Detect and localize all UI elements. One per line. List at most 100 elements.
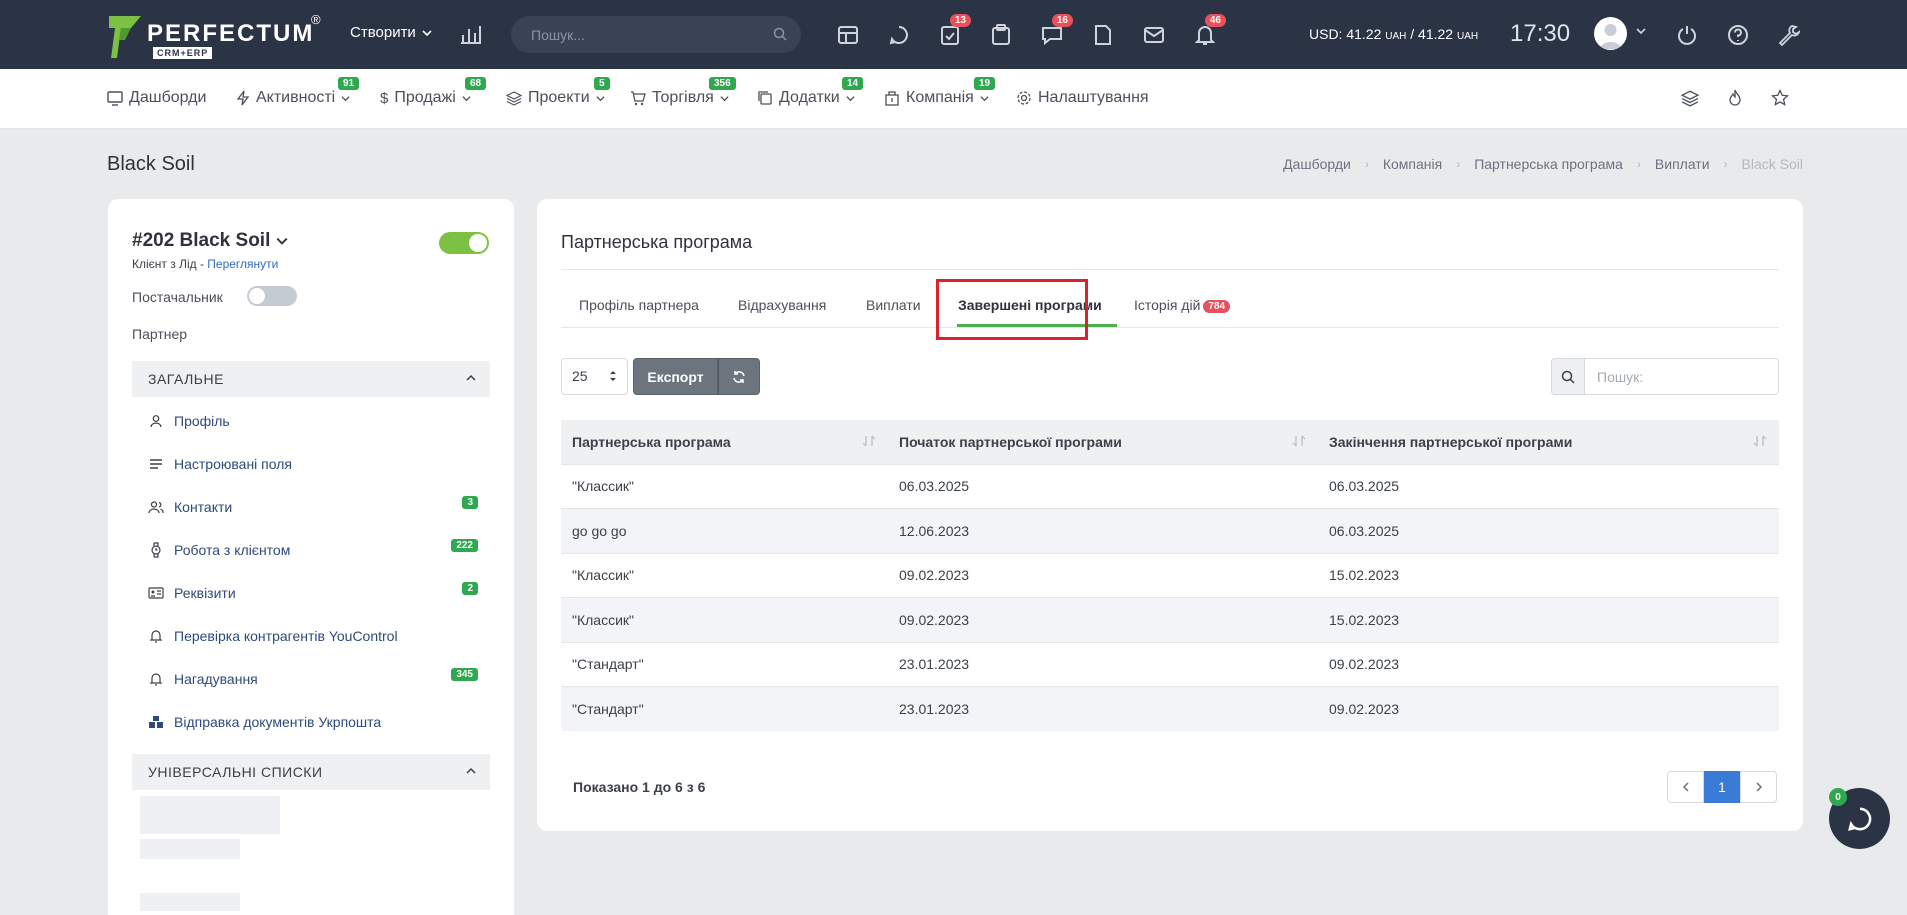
sidebar-item-ukrposhta[interactable]: Відправка документів Укрпошта: [148, 714, 478, 730]
client-active-toggle[interactable]: [439, 232, 489, 254]
breadcrumb-separator-icon: ›: [1456, 157, 1461, 171]
bell-icon: [148, 629, 164, 643]
watch-icon: [148, 542, 164, 558]
table-row[interactable]: "Стандарт" 23.01.2023 09.02.2023: [561, 641, 1779, 687]
divider: [561, 269, 1779, 270]
highlight-box: [936, 279, 1088, 340]
sidebar-item-badge: 2: [462, 582, 478, 595]
brand-logo[interactable]: PERFECTUM ® CRM+ERP: [107, 12, 327, 60]
breadcrumb-item[interactable]: Компанія: [1383, 156, 1442, 172]
sidebar-item-label: Настроювані поля: [174, 456, 292, 472]
cell-program: "Стандарт": [561, 641, 888, 687]
nav-activities[interactable]: Активності 91: [236, 77, 360, 107]
section-lists-header[interactable]: УНІВЕРСАЛЬНІ СПИСКИ: [132, 754, 490, 790]
breadcrumb-item[interactable]: Партнерська програма: [1474, 156, 1623, 172]
tab-partner-profile[interactable]: Профіль партнера: [579, 297, 699, 313]
supplier-toggle[interactable]: [247, 286, 297, 306]
breadcrumb-item[interactable]: Дашборди: [1283, 156, 1351, 172]
nav-addons[interactable]: Додатки 14: [757, 77, 864, 107]
cell-program: "Стандарт": [561, 686, 888, 731]
sidebar-item-profile[interactable]: Профіль: [148, 413, 478, 429]
pagination-next[interactable]: [1740, 771, 1777, 803]
sidebar-item-requisites[interactable]: Реквізити 2: [148, 582, 478, 601]
column-header-start[interactable]: Початок партнерської програми: [888, 420, 1318, 464]
cell-end: 15.02.2023: [1318, 597, 1779, 642]
wrench-icon[interactable]: [1776, 22, 1802, 48]
page-size-value: 25: [572, 368, 588, 384]
task-check-icon[interactable]: 13: [937, 14, 971, 48]
column-header-end[interactable]: Закінчення партнерської програми: [1318, 420, 1779, 464]
sidebar-item-label: Профіль: [174, 413, 230, 429]
nav-dashboards[interactable]: Дашборди: [107, 89, 206, 107]
tab-deductions[interactable]: Відрахування: [738, 297, 826, 313]
global-search-input[interactable]: [511, 16, 801, 53]
sidebar-item-custom-fields[interactable]: Настроювані поля: [148, 456, 478, 472]
star-icon[interactable]: [1771, 89, 1789, 107]
sidebar-item-reminders[interactable]: Нагадування 345: [148, 668, 478, 687]
tab-action-history[interactable]: Історія дій 784: [1134, 297, 1231, 313]
breadcrumb-current: Black Soil: [1741, 156, 1803, 172]
sidebar-item-youcontrol[interactable]: Перевірка контрагентів YouControl: [148, 628, 478, 644]
chevron-down-icon[interactable]: [1636, 26, 1646, 36]
power-icon[interactable]: [1674, 22, 1700, 48]
main-nav: Дашборди Активності 91 $ Продажі 68 Прое…: [0, 69, 1907, 129]
nav-projects[interactable]: Проекти 5: [506, 77, 610, 107]
table-row[interactable]: go go go 12.06.2023 06.03.2025: [561, 508, 1779, 553]
bell-icon[interactable]: 46: [1192, 14, 1226, 48]
refresh-button[interactable]: [718, 358, 760, 395]
refresh-icon: [733, 370, 745, 383]
table-row[interactable]: "Классик" 09.02.2023 15.02.2023: [561, 552, 1779, 598]
avatar[interactable]: [1594, 17, 1627, 50]
document-icon[interactable]: [1090, 22, 1116, 48]
pagination-page[interactable]: 1: [1704, 771, 1740, 803]
cell-end: 15.02.2023: [1318, 552, 1779, 598]
chat-bubble-icon[interactable]: [886, 22, 912, 48]
id-card-icon: [148, 587, 164, 599]
global-search[interactable]: [511, 16, 801, 53]
help-icon[interactable]: [1725, 22, 1751, 48]
tab-payouts[interactable]: Виплати: [866, 297, 921, 313]
view-lead-link[interactable]: Переглянути: [207, 257, 278, 271]
export-button-group: Експорт: [633, 358, 760, 395]
blurred-list-item: [140, 839, 240, 859]
messages-icon[interactable]: 16: [1039, 14, 1073, 48]
table-row[interactable]: "Стандарт" 23.01.2023 09.02.2023: [561, 686, 1779, 731]
table-row[interactable]: "Классик" 09.02.2023 15.02.2023: [561, 597, 1779, 642]
sidebar-item-label: Перевірка контрагентів YouControl: [174, 628, 398, 644]
bar-chart-icon[interactable]: [460, 23, 482, 45]
nav-company[interactable]: Компанія 19: [884, 77, 996, 107]
sidebar-item-client-work[interactable]: Робота з клієнтом 222: [148, 539, 478, 558]
currency-unit-2: UAH: [1456, 31, 1479, 42]
create-menu-button[interactable]: Створити: [350, 24, 432, 41]
table-row[interactable]: "Классик" 06.03.2025 06.03.2025: [561, 463, 1779, 509]
monitor-icon: [107, 91, 123, 106]
layout-icon[interactable]: [835, 22, 861, 48]
chevron-down-icon: [422, 29, 432, 36]
mail-icon[interactable]: [1141, 22, 1167, 48]
nav-settings[interactable]: Налаштування: [1016, 89, 1149, 107]
client-name-dropdown[interactable]: #202 Black Soil: [132, 230, 288, 252]
create-label: Створити: [350, 24, 416, 41]
sidebar-item-label: Контакти: [174, 499, 233, 515]
sidebar-item-contacts[interactable]: Контакти 3: [148, 496, 478, 515]
nav-trade[interactable]: Торгівля 356: [630, 77, 736, 107]
table-search-input[interactable]: [1585, 358, 1779, 395]
search-icon[interactable]: [1551, 358, 1585, 395]
column-header-program[interactable]: Партнерська програма: [561, 420, 888, 464]
search-icon[interactable]: [773, 27, 787, 41]
page-size-select[interactable]: 25: [561, 358, 628, 395]
breadcrumb-separator-icon: ›: [1636, 157, 1641, 171]
nav-badge: 19: [974, 77, 996, 90]
nav-sales[interactable]: $ Продажі 68: [380, 77, 487, 107]
section-general-header[interactable]: ЗАГАЛЬНЕ: [132, 361, 490, 397]
brand-name: PERFECTUM: [147, 20, 315, 47]
chevron-up-icon: [466, 374, 476, 381]
chevron-left-icon: [1682, 782, 1689, 792]
layers-icon[interactable]: [1681, 89, 1699, 107]
breadcrumb-item[interactable]: Виплати: [1655, 156, 1710, 172]
fire-icon[interactable]: [1727, 89, 1743, 107]
pagination-prev[interactable]: [1667, 771, 1704, 803]
clipboard-icon[interactable]: [988, 22, 1014, 48]
export-button[interactable]: Експорт: [633, 358, 718, 395]
partner-label: Партнер: [132, 326, 188, 342]
